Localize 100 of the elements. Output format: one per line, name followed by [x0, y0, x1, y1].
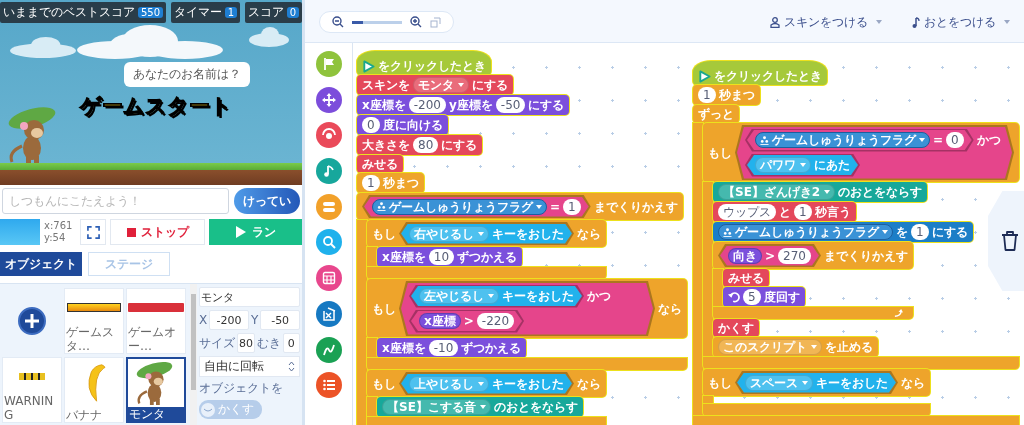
code-block[interactable]: スキンを モンタ にする [357, 75, 513, 95]
number-input[interactable]: 0 [362, 117, 380, 133]
number-input[interactable]: 1 [911, 224, 929, 240]
category-button[interactable] [315, 158, 342, 185]
number-input[interactable]: 0 [946, 132, 964, 148]
code-block[interactable]: x座標を -10 ずつかえる [377, 338, 527, 358]
sprite-card[interactable]: ゲームスタ… [64, 288, 124, 354]
monitor-value: 1 [224, 7, 238, 18]
field-label: サイズ [199, 334, 235, 352]
sprite-card[interactable]: WARNING [2, 357, 62, 423]
zoom-slider[interactable] [352, 20, 402, 24]
boolean-block[interactable]: ゲームしゅうりょうフラグ = 0 [747, 130, 972, 150]
number-input[interactable]: -200 [408, 97, 446, 113]
people-icon [760, 135, 769, 145]
number-input[interactable]: 1 [698, 87, 716, 103]
category-button[interactable] [315, 229, 342, 256]
number-input[interactable]: -50 [495, 97, 526, 113]
variable-dropdown[interactable]: ゲームしゅうりょうフラグ [755, 132, 930, 148]
x-field[interactable]: -200 [209, 310, 249, 330]
boolean-block[interactable]: ゲームしゅうりょうフラグ = 0 かつ パワワ にあた [737, 126, 1012, 179]
boolean-block[interactable]: 左やじるし キーをおした かつ x座標 > -220 [401, 282, 653, 335]
field-label: X [199, 313, 208, 327]
code-block[interactable]: ゲームしゅうりょうフラグ = 1 までくりかえす [357, 193, 683, 220]
reporter-block[interactable]: x座標 [419, 313, 461, 329]
category-button[interactable] [315, 265, 342, 292]
code-block[interactable]: x座標を 10 ずつかえる [377, 247, 523, 267]
number-input[interactable]: 1 [563, 198, 581, 215]
reporter-block[interactable]: 向き [728, 247, 762, 264]
code-block[interactable]: もし 左やじるし キーをおした かつ x座標 > -220 なら [367, 279, 687, 338]
code-block[interactable]: 1 秒まつ [693, 85, 760, 105]
zoom-in-icon[interactable] [410, 16, 422, 28]
speech-bubble: あなたのお名前は？ [124, 62, 250, 87]
sprite-card[interactable]: ゲームオー… [126, 288, 186, 354]
variable-dropdown[interactable]: ゲームしゅうりょうフラグ [372, 198, 547, 215]
add-skin-button[interactable]: スキンをつける [770, 13, 882, 31]
person-icon [770, 16, 780, 28]
number-input[interactable]: 270 [778, 247, 811, 264]
caret-icon [479, 405, 486, 409]
toggle-icon [321, 199, 336, 214]
name-field[interactable]: モンタ [199, 287, 300, 307]
number-input[interactable]: 5 [743, 289, 761, 305]
x-coordinate: x:761 [44, 220, 74, 232]
boolean-block[interactable]: ゲームしゅうりょうフラグ = 1 [364, 196, 589, 217]
calculator-icon [321, 271, 336, 286]
add-sprite-button[interactable] [18, 307, 46, 335]
block-label: y座標を [449, 98, 493, 112]
code-block[interactable]: もし ゲームしゅうりょうフラグ = 0 かつ パワワ にあた [703, 123, 1019, 182]
code-block[interactable]: 5 度回す [723, 287, 805, 307]
number-input[interactable]: 1 [362, 175, 380, 191]
stage-thumbnail[interactable] [0, 219, 40, 245]
code-block[interactable]: みせる [723, 269, 769, 287]
variable-dropdown[interactable]: ゲームしゅうりょうフラグ [718, 224, 893, 240]
block-label: なら [658, 301, 682, 316]
scrollbar[interactable] [190, 284, 197, 425]
number-input[interactable]: 80 [413, 137, 439, 153]
submit-button[interactable]: けってい [234, 188, 300, 214]
number-input[interactable]: ウップス [718, 204, 776, 220]
category-button[interactable] [315, 86, 342, 113]
caret-icon [458, 83, 464, 87]
category-button[interactable] [315, 122, 342, 149]
title-text: ゲームスタート [80, 93, 232, 120]
boolean-block[interactable]: 向き > 270 [720, 245, 819, 266]
block-label: にする [441, 138, 478, 152]
caret-icon [1004, 20, 1010, 24]
number-input[interactable]: -10 [428, 340, 459, 356]
block-label: までくりかえす [593, 199, 678, 214]
category-button[interactable] [315, 336, 342, 363]
answer-field[interactable]: しつもんにこたえよう！ [2, 188, 229, 214]
y-field[interactable]: -50 [260, 310, 300, 330]
sprite-card[interactable]: バナナ [64, 357, 124, 423]
code-block[interactable]: みせる [357, 155, 403, 173]
code-block[interactable]: ウップス と 1 秒言う [713, 202, 856, 222]
boolean-block[interactable]: x座標 > -220 [411, 311, 523, 331]
people-icon [723, 227, 732, 237]
sprite-card[interactable]: モンタ [126, 357, 186, 423]
code-block[interactable]: ゲームしゅうりょうフラグ を 1 にする [713, 222, 973, 242]
block-label: x座標を [362, 98, 406, 112]
code-block[interactable]: 向き > 270 までくりかえす [713, 242, 913, 269]
rotation-select[interactable]: 自由に回転 [199, 356, 300, 377]
size-field[interactable]: 80 [237, 333, 255, 353]
number-input[interactable]: 10 [428, 249, 455, 265]
number-input[interactable]: -220 [476, 313, 515, 329]
code-block[interactable]: 0 度に向ける [357, 115, 448, 135]
category-button[interactable] [315, 300, 342, 327]
block-label: 度に向ける [382, 118, 443, 132]
zoom-out-icon[interactable] [332, 16, 344, 28]
add-sound-button[interactable]: おとをつける [912, 13, 1010, 31]
caret-icon [824, 190, 831, 194]
trash-panel[interactable] [988, 191, 1024, 291]
panel-tab[interactable]: オブジェクト [0, 252, 82, 276]
stop-button[interactable]: ストップ [110, 219, 205, 245]
code-block[interactable]: x座標を -200 y座標を -50 にする [357, 95, 570, 115]
fullscreen-button[interactable] [80, 219, 106, 245]
category-button[interactable] [315, 372, 342, 399]
code-block[interactable]: 大きさを 80 にする [357, 135, 483, 155]
code-block[interactable]: かくす [713, 319, 759, 337]
code-block[interactable]: 1 秒まつ [357, 173, 424, 193]
sprite-name: WARNING [3, 394, 55, 422]
direction-field[interactable]: 0 [282, 333, 300, 353]
number-input[interactable]: 1 [794, 204, 812, 220]
